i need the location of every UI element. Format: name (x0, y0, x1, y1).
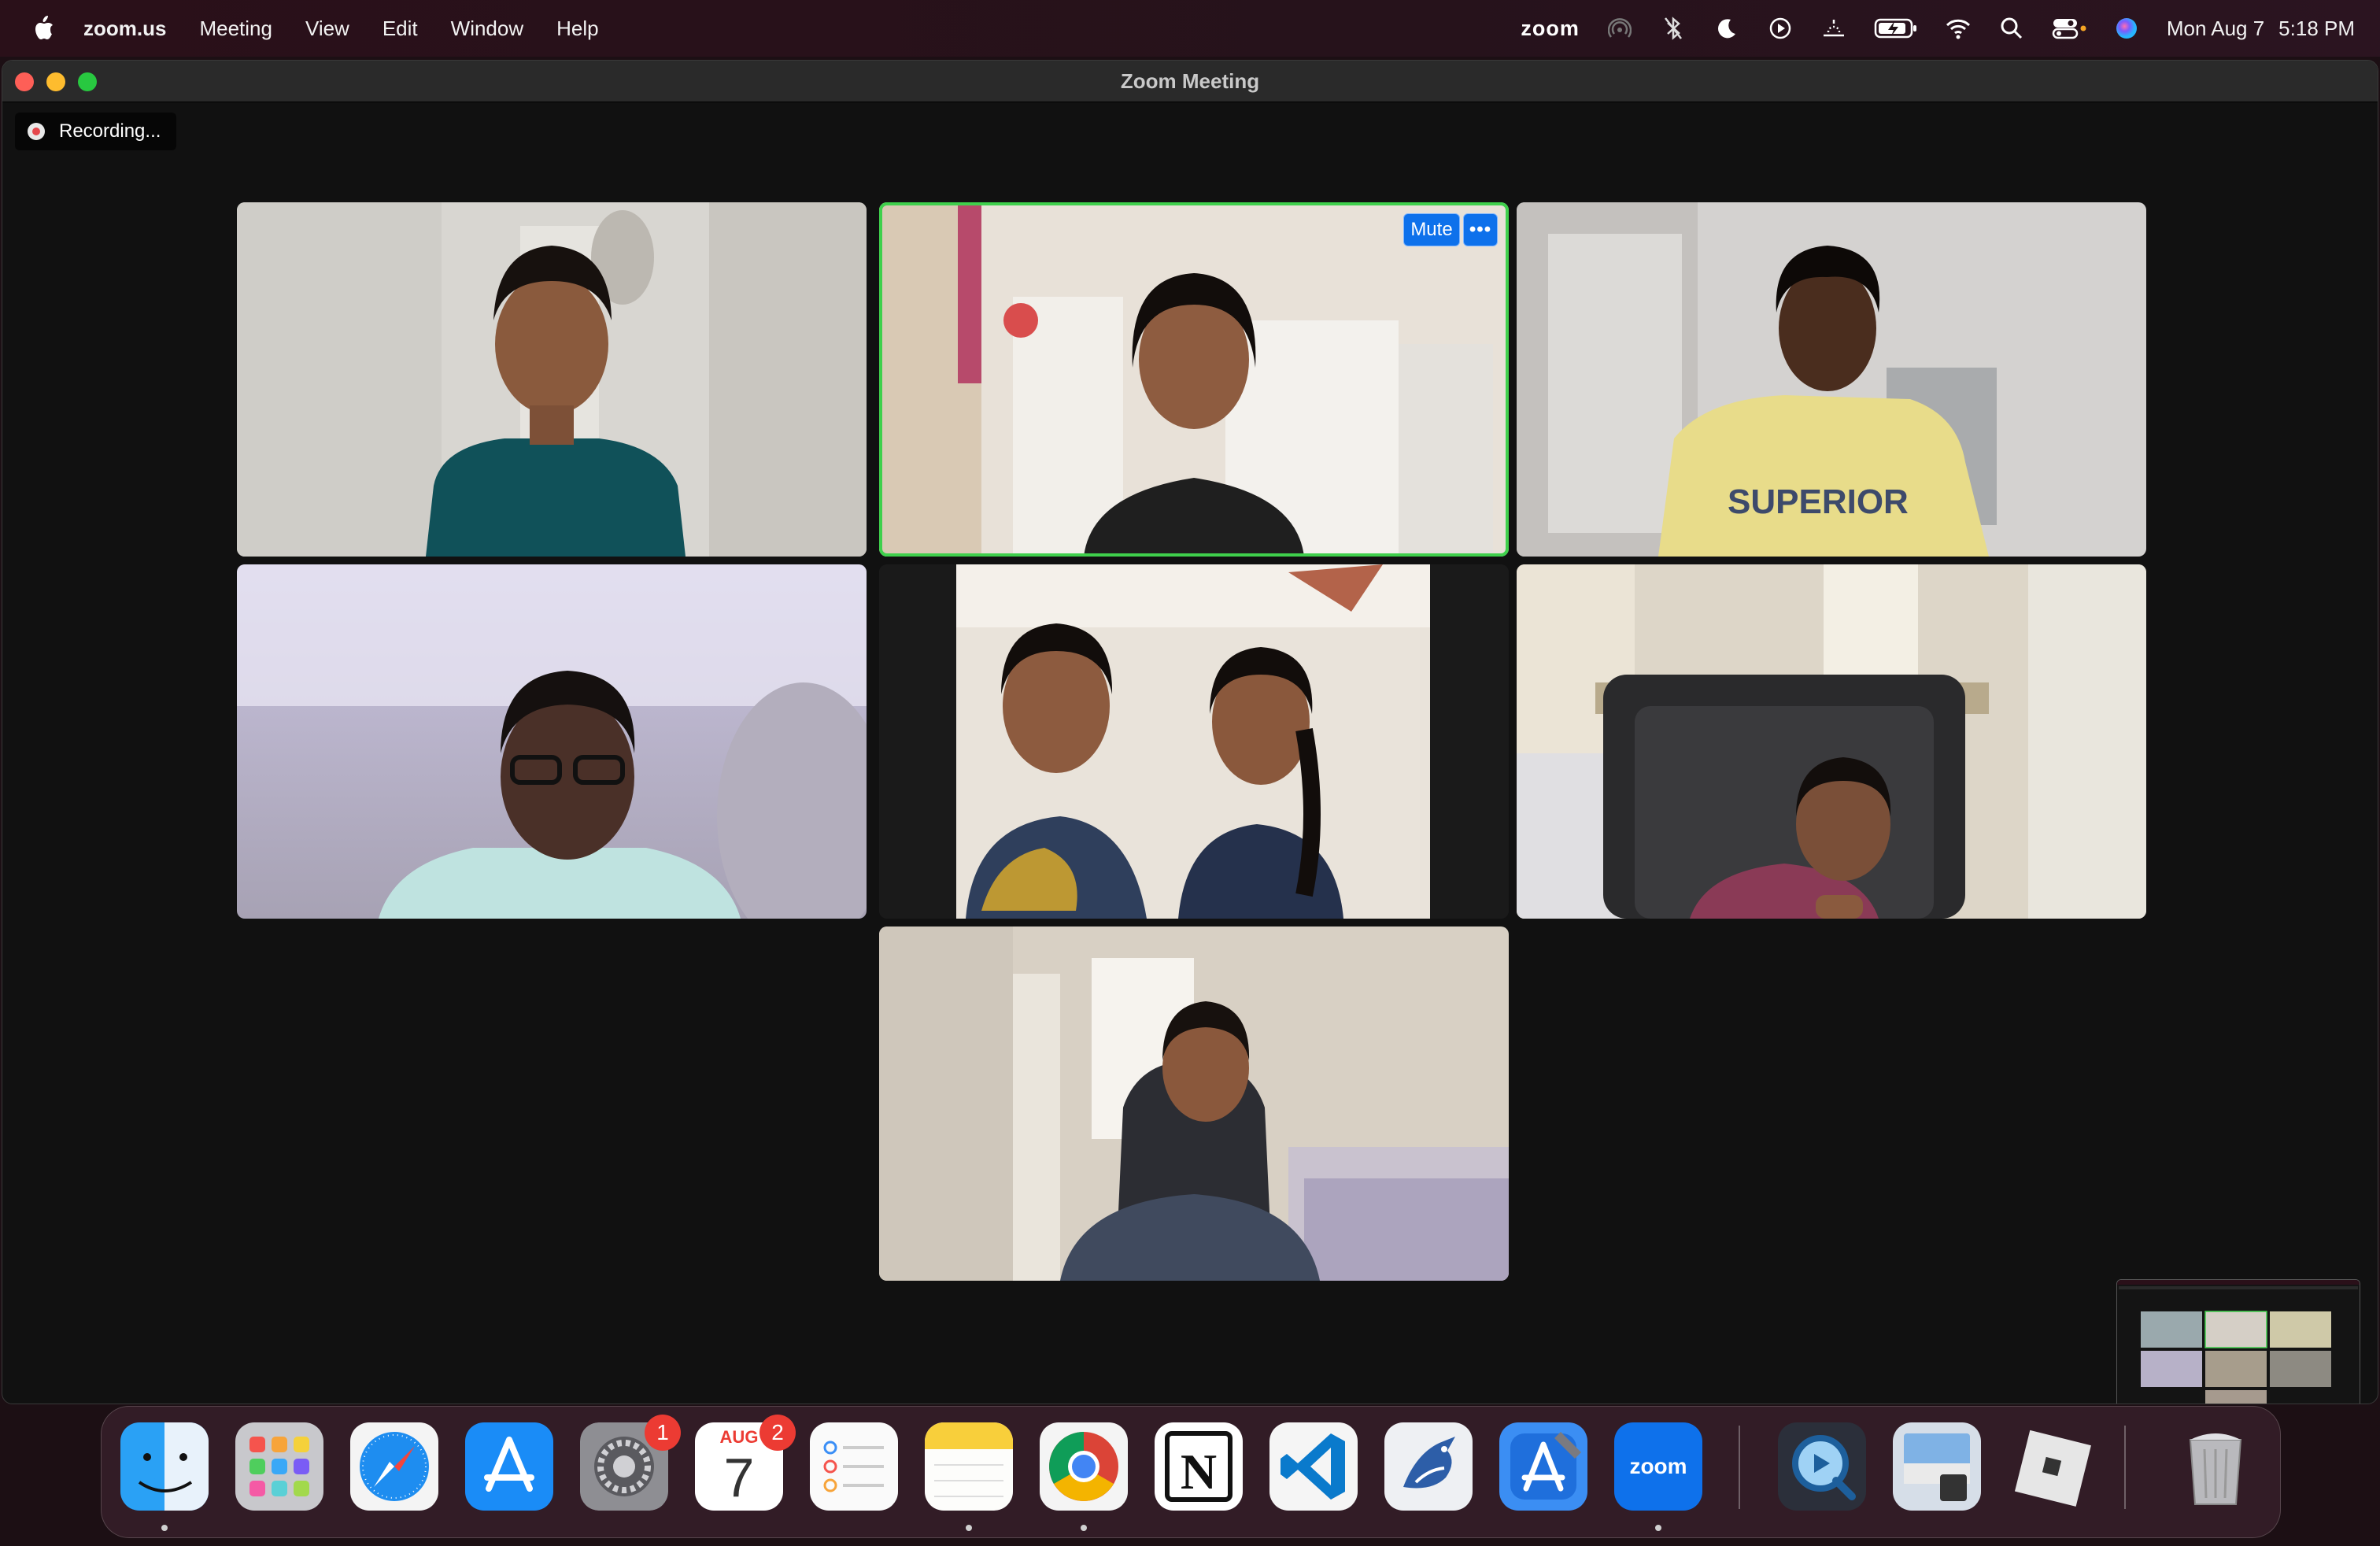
participant-video-feed (879, 202, 1509, 557)
dock-notes-icon[interactable] (925, 1422, 1013, 1511)
weather-icon[interactable] (1820, 15, 1847, 42)
menu-date: Mon Aug 7 (2166, 16, 2265, 40)
bluetooth-icon[interactable] (1660, 15, 1687, 42)
dock-xcode-icon[interactable] (1499, 1422, 1587, 1511)
wifi-icon[interactable] (1945, 15, 1972, 42)
dock-calendar-icon[interactable]: AUG 7 2 (695, 1415, 796, 1511)
zoom-dock-label: zoom (1629, 1454, 1687, 1478)
apple-menu-icon[interactable] (30, 13, 57, 44)
menu-meeting[interactable]: Meeting (199, 17, 272, 41)
dock-vscode-icon[interactable] (1269, 1422, 1358, 1511)
screen-share-thumbnail[interactable] (2116, 1279, 2360, 1404)
finder-running-indicator (161, 1525, 168, 1531)
spotlight-search-icon[interactable] (1998, 15, 2025, 42)
window-title: Zoom Meeting (1120, 69, 1260, 93)
window-titlebar[interactable]: Zoom Meeting (2, 61, 2378, 102)
video-tile-participant-5[interactable] (879, 564, 1509, 919)
participant-video-feed (237, 564, 867, 919)
svg-text:SUPERIOR: SUPERIOR (1728, 483, 1909, 521)
menu-clock[interactable]: Mon Aug 7 5:18 PM (2167, 17, 2355, 41)
video-tile-participant-2-active-speaker[interactable]: Mute ••• (879, 202, 1509, 557)
dock-separator (1739, 1426, 1740, 1509)
dock-system-settings-icon[interactable]: 1 (580, 1415, 681, 1511)
recording-dot-icon (28, 123, 45, 140)
siri-icon[interactable] (2113, 15, 2140, 42)
notes-running-indicator (966, 1525, 972, 1531)
participant-video-feed (879, 926, 1509, 1281)
video-tile-participant-6[interactable] (1517, 564, 2146, 919)
dock-chrome-icon[interactable] (1040, 1422, 1128, 1511)
menu-window[interactable]: Window (451, 17, 523, 41)
participant-video-feed (237, 202, 867, 557)
thumbnail-preview (2117, 1280, 2360, 1404)
menu-edit[interactable]: Edit (382, 17, 418, 41)
calendar-badge: 2 (759, 1415, 796, 1451)
zoom-running-indicator (1655, 1525, 1661, 1531)
calendar-day: 7 (723, 1447, 755, 1508)
dock-bluej-icon[interactable] (1384, 1422, 1473, 1511)
dock-zoom-icon[interactable]: zoom (1614, 1422, 1702, 1511)
focus-moon-icon[interactable] (1713, 15, 1740, 42)
menu-bar: zoom.us Meeting View Edit Window Help zo… (0, 0, 2380, 57)
menu-view[interactable]: View (305, 17, 349, 41)
recording-indicator[interactable]: Recording... (15, 113, 177, 150)
zoom-meeting-window: Zoom Meeting Recording... Mute ••• SUPER… (2, 60, 2378, 1404)
airdrop-icon[interactable] (1606, 15, 1633, 42)
dock-reminders-icon[interactable] (810, 1422, 898, 1511)
settings-badge: 1 (645, 1415, 681, 1451)
dock-quicktime-icon[interactable] (1778, 1422, 1866, 1511)
dock-notion-icon[interactable]: N (1155, 1422, 1243, 1511)
dock-preview-icon[interactable] (1893, 1422, 1981, 1511)
menu-time: 5:18 PM (2278, 16, 2355, 40)
dock: 1 AUG 7 2 N zoom (101, 1406, 2281, 1538)
svg-text:N: N (1181, 1444, 1217, 1500)
dock-safari-icon[interactable] (350, 1422, 438, 1511)
dock-roblox-icon[interactable] (2008, 1422, 2096, 1511)
more-options-button[interactable]: ••• (1463, 213, 1498, 246)
mute-participant-button[interactable]: Mute (1403, 213, 1460, 246)
dock-separator-trash (2124, 1426, 2126, 1509)
battery-charging-icon[interactable] (1874, 15, 1918, 42)
video-tile-participant-4[interactable] (237, 564, 867, 919)
participant-video-feed (1517, 564, 2146, 919)
menu-help[interactable]: Help (556, 17, 598, 41)
control-center-icon[interactable] (2052, 15, 2086, 42)
dock-app-store-icon[interactable] (465, 1422, 553, 1511)
recording-label: Recording... (59, 120, 161, 142)
dock-launchpad-icon[interactable] (235, 1422, 323, 1511)
video-tile-participant-7[interactable] (879, 926, 1509, 1281)
participant-video-feed (879, 564, 1509, 919)
zoom-status-item[interactable]: zoom (1521, 17, 1580, 41)
dock-finder-icon[interactable] (120, 1422, 209, 1511)
chrome-running-indicator (1081, 1525, 1087, 1531)
video-tile-participant-1[interactable] (237, 202, 867, 557)
participant-video-feed: SUPERIOR (1517, 202, 2146, 557)
video-tile-participant-3[interactable]: SUPERIOR (1517, 202, 2146, 557)
screen-record-icon[interactable] (1767, 15, 1794, 42)
menu-app-name[interactable]: zoom.us (83, 17, 166, 41)
dock-trash-icon[interactable] (2171, 1422, 2260, 1511)
